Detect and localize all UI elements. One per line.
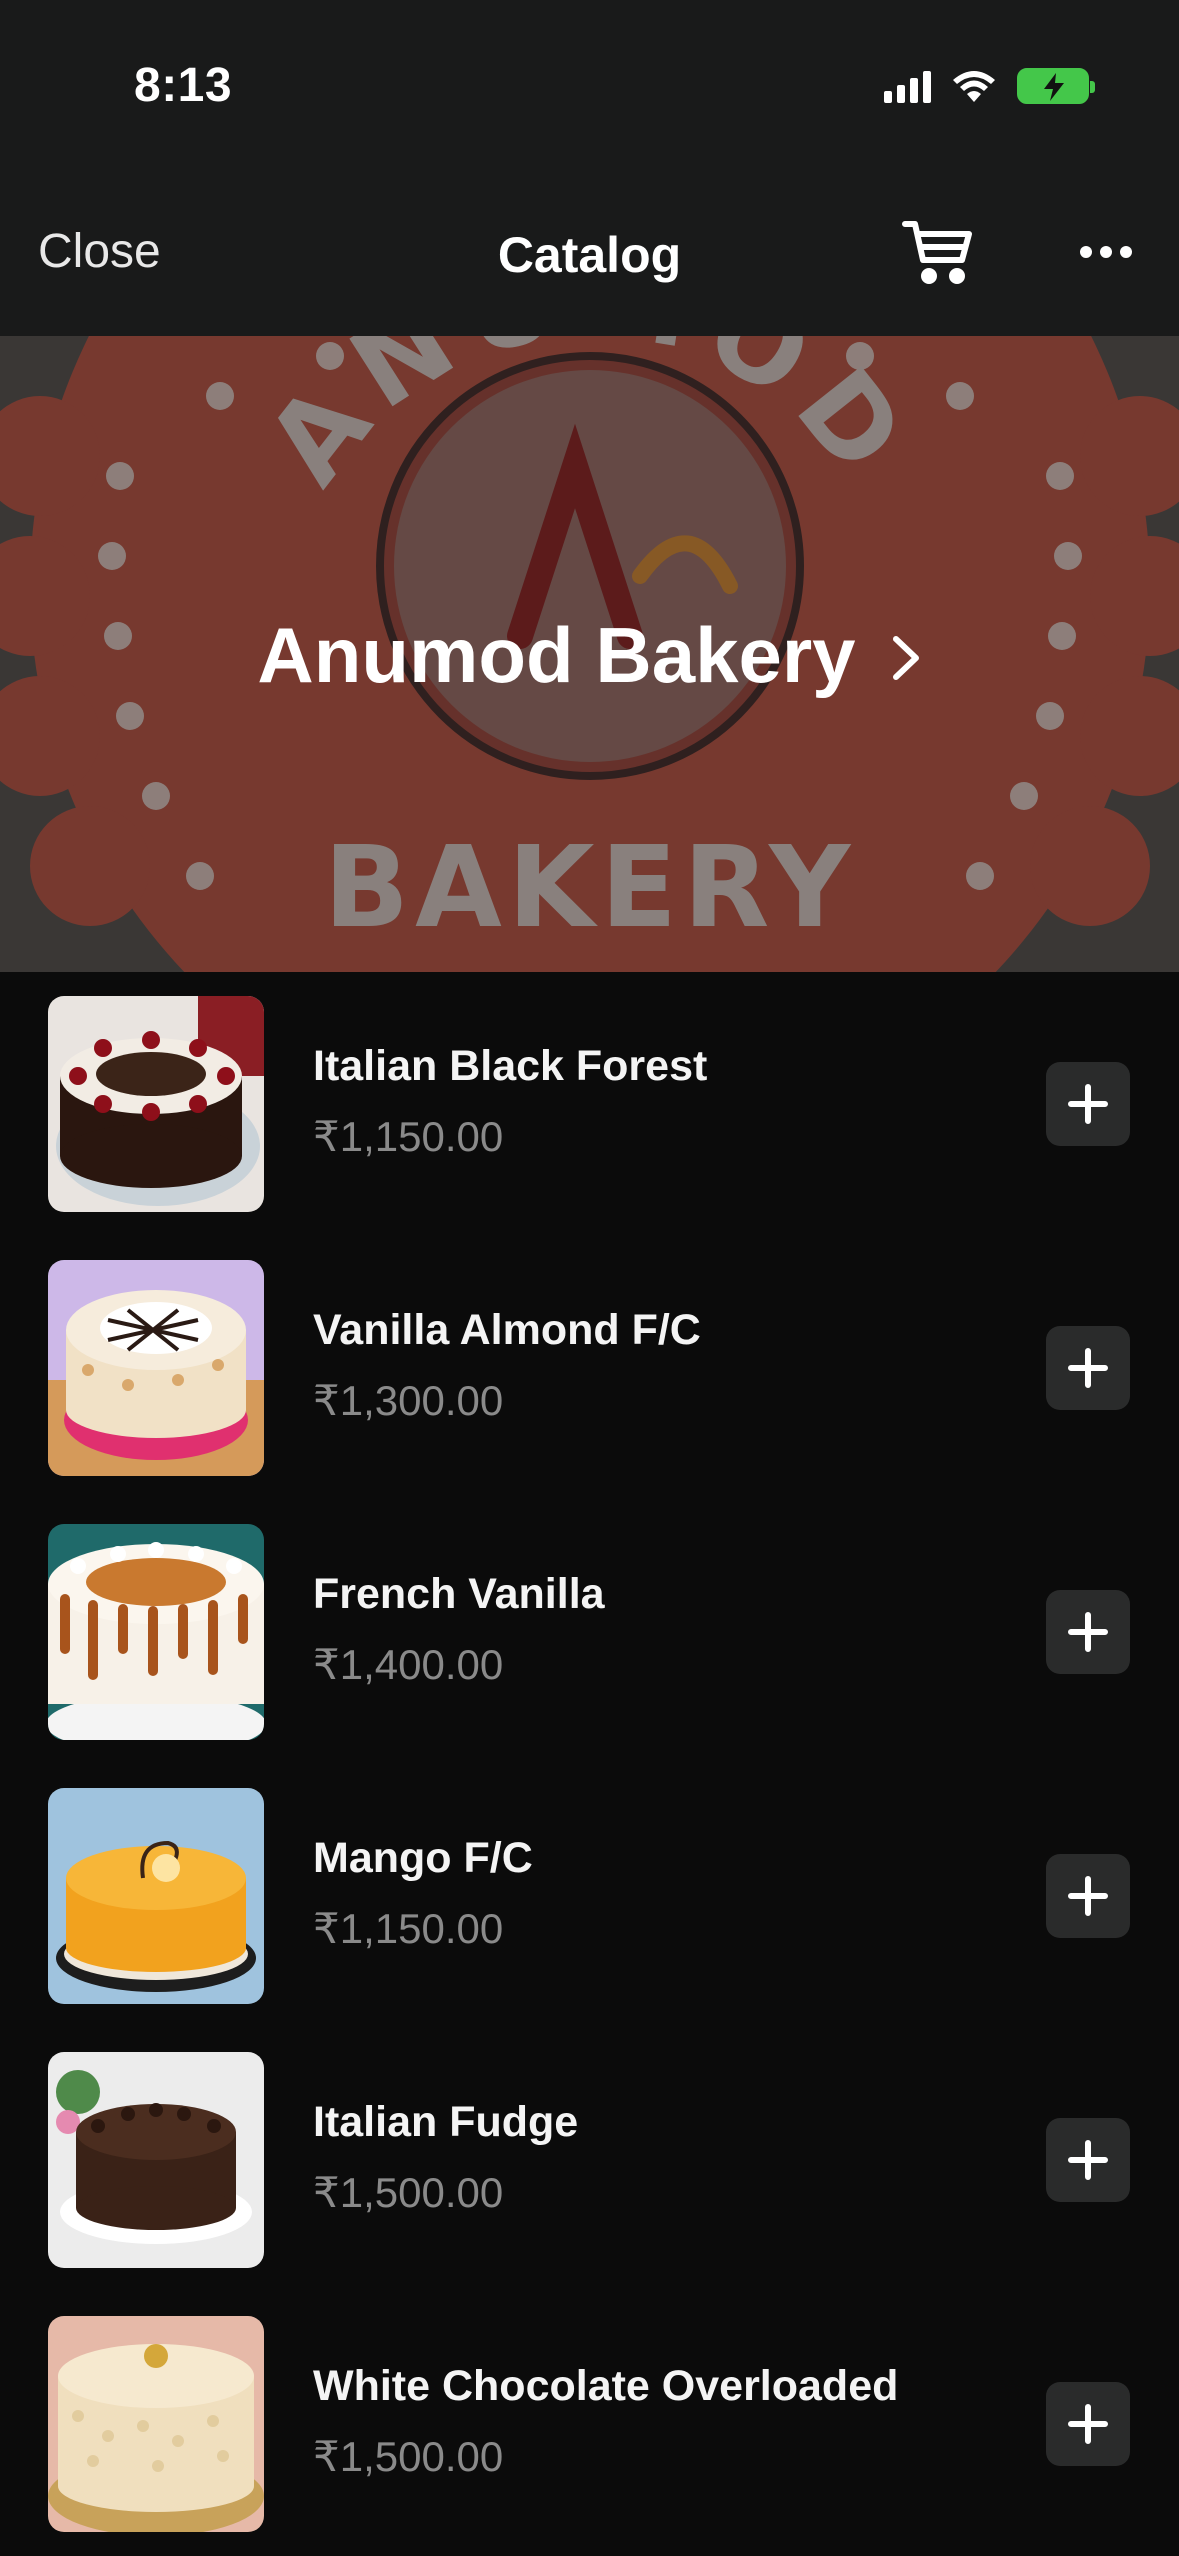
plus-icon bbox=[1068, 1084, 1108, 1124]
french-vanilla-cake-photo bbox=[48, 1524, 264, 1740]
product-price: ₹1,500.00 bbox=[313, 2433, 504, 2480]
top-bar: 8:13 Close Catalog bbox=[0, 0, 1179, 336]
product-name: French Vanilla bbox=[313, 1570, 605, 1618]
add-to-cart-button[interactable] bbox=[1046, 2118, 1130, 2202]
list-item[interactable]: Mango F/C ₹1,150.00 bbox=[0, 1764, 1179, 2028]
product-price: ₹1,300.00 bbox=[313, 1377, 504, 1424]
cart-icon bbox=[902, 221, 972, 284]
page-title: Catalog bbox=[497, 227, 682, 283]
add-to-cart-button[interactable] bbox=[1046, 1590, 1130, 1674]
add-to-cart-button[interactable] bbox=[1046, 2382, 1130, 2466]
list-item[interactable]: Vanilla Almond F/C ₹1,300.00 bbox=[0, 1236, 1179, 1500]
status-icons bbox=[884, 66, 1095, 106]
plus-icon bbox=[1068, 2404, 1108, 2444]
list-item[interactable]: French Vanilla ₹1,400.00 bbox=[0, 1500, 1179, 1764]
business-banner[interactable]: ANUMOD BAKERY Anumod Bakery bbox=[0, 336, 1179, 972]
plus-icon bbox=[1068, 2140, 1108, 2180]
list-item[interactable]: White Chocolate Overloaded ₹1,500.00 bbox=[0, 2292, 1179, 2556]
product-price: ₹1,400.00 bbox=[313, 1641, 504, 1688]
add-to-cart-button[interactable] bbox=[1046, 1854, 1130, 1938]
business-name-link[interactable]: Anumod Bakery bbox=[0, 610, 1179, 701]
add-to-cart-button[interactable] bbox=[1046, 1062, 1130, 1146]
battery-charging-icon bbox=[1017, 68, 1095, 104]
add-to-cart-button[interactable] bbox=[1046, 1326, 1130, 1410]
status-time: 8:13 bbox=[134, 59, 233, 112]
mango-cake-photo bbox=[48, 1788, 264, 2004]
black-forest-cake-photo bbox=[48, 996, 264, 1212]
chevron-right-icon bbox=[892, 635, 919, 680]
product-price: ₹1,150.00 bbox=[313, 1113, 504, 1160]
wifi-icon bbox=[953, 71, 995, 102]
more-button[interactable] bbox=[1078, 232, 1134, 272]
signal-icon bbox=[884, 69, 931, 103]
product-name: Mango F/C bbox=[313, 1834, 533, 1882]
product-price: ₹1,150.00 bbox=[313, 1905, 504, 1952]
product-price: ₹1,500.00 bbox=[313, 2169, 504, 2216]
list-item[interactable]: Italian Fudge ₹1,500.00 bbox=[0, 2028, 1179, 2292]
product-name: Italian Black Forest bbox=[313, 1042, 708, 1090]
list-item[interactable]: Italian Black Forest ₹1,150.00 bbox=[0, 972, 1179, 1236]
plus-icon bbox=[1068, 1876, 1108, 1916]
product-name: White Chocolate Overloaded bbox=[313, 2362, 899, 2410]
business-name: Anumod Bakery bbox=[257, 611, 856, 699]
plus-icon bbox=[1068, 1348, 1108, 1388]
product-name: Italian Fudge bbox=[313, 2098, 579, 2146]
plus-icon bbox=[1068, 1612, 1108, 1652]
vanilla-almond-cake-photo bbox=[48, 1260, 264, 1476]
chocolate-fudge-cake-photo bbox=[48, 2052, 264, 2268]
product-name: Vanilla Almond F/C bbox=[313, 1306, 701, 1354]
close-button[interactable]: Close bbox=[38, 224, 161, 279]
cart-button[interactable] bbox=[902, 218, 974, 286]
white-chocolate-cake-photo bbox=[48, 2316, 264, 2532]
more-icon bbox=[1080, 246, 1092, 258]
product-list: Italian Black Forest ₹1,150.00 Vanilla A… bbox=[0, 972, 1179, 2556]
